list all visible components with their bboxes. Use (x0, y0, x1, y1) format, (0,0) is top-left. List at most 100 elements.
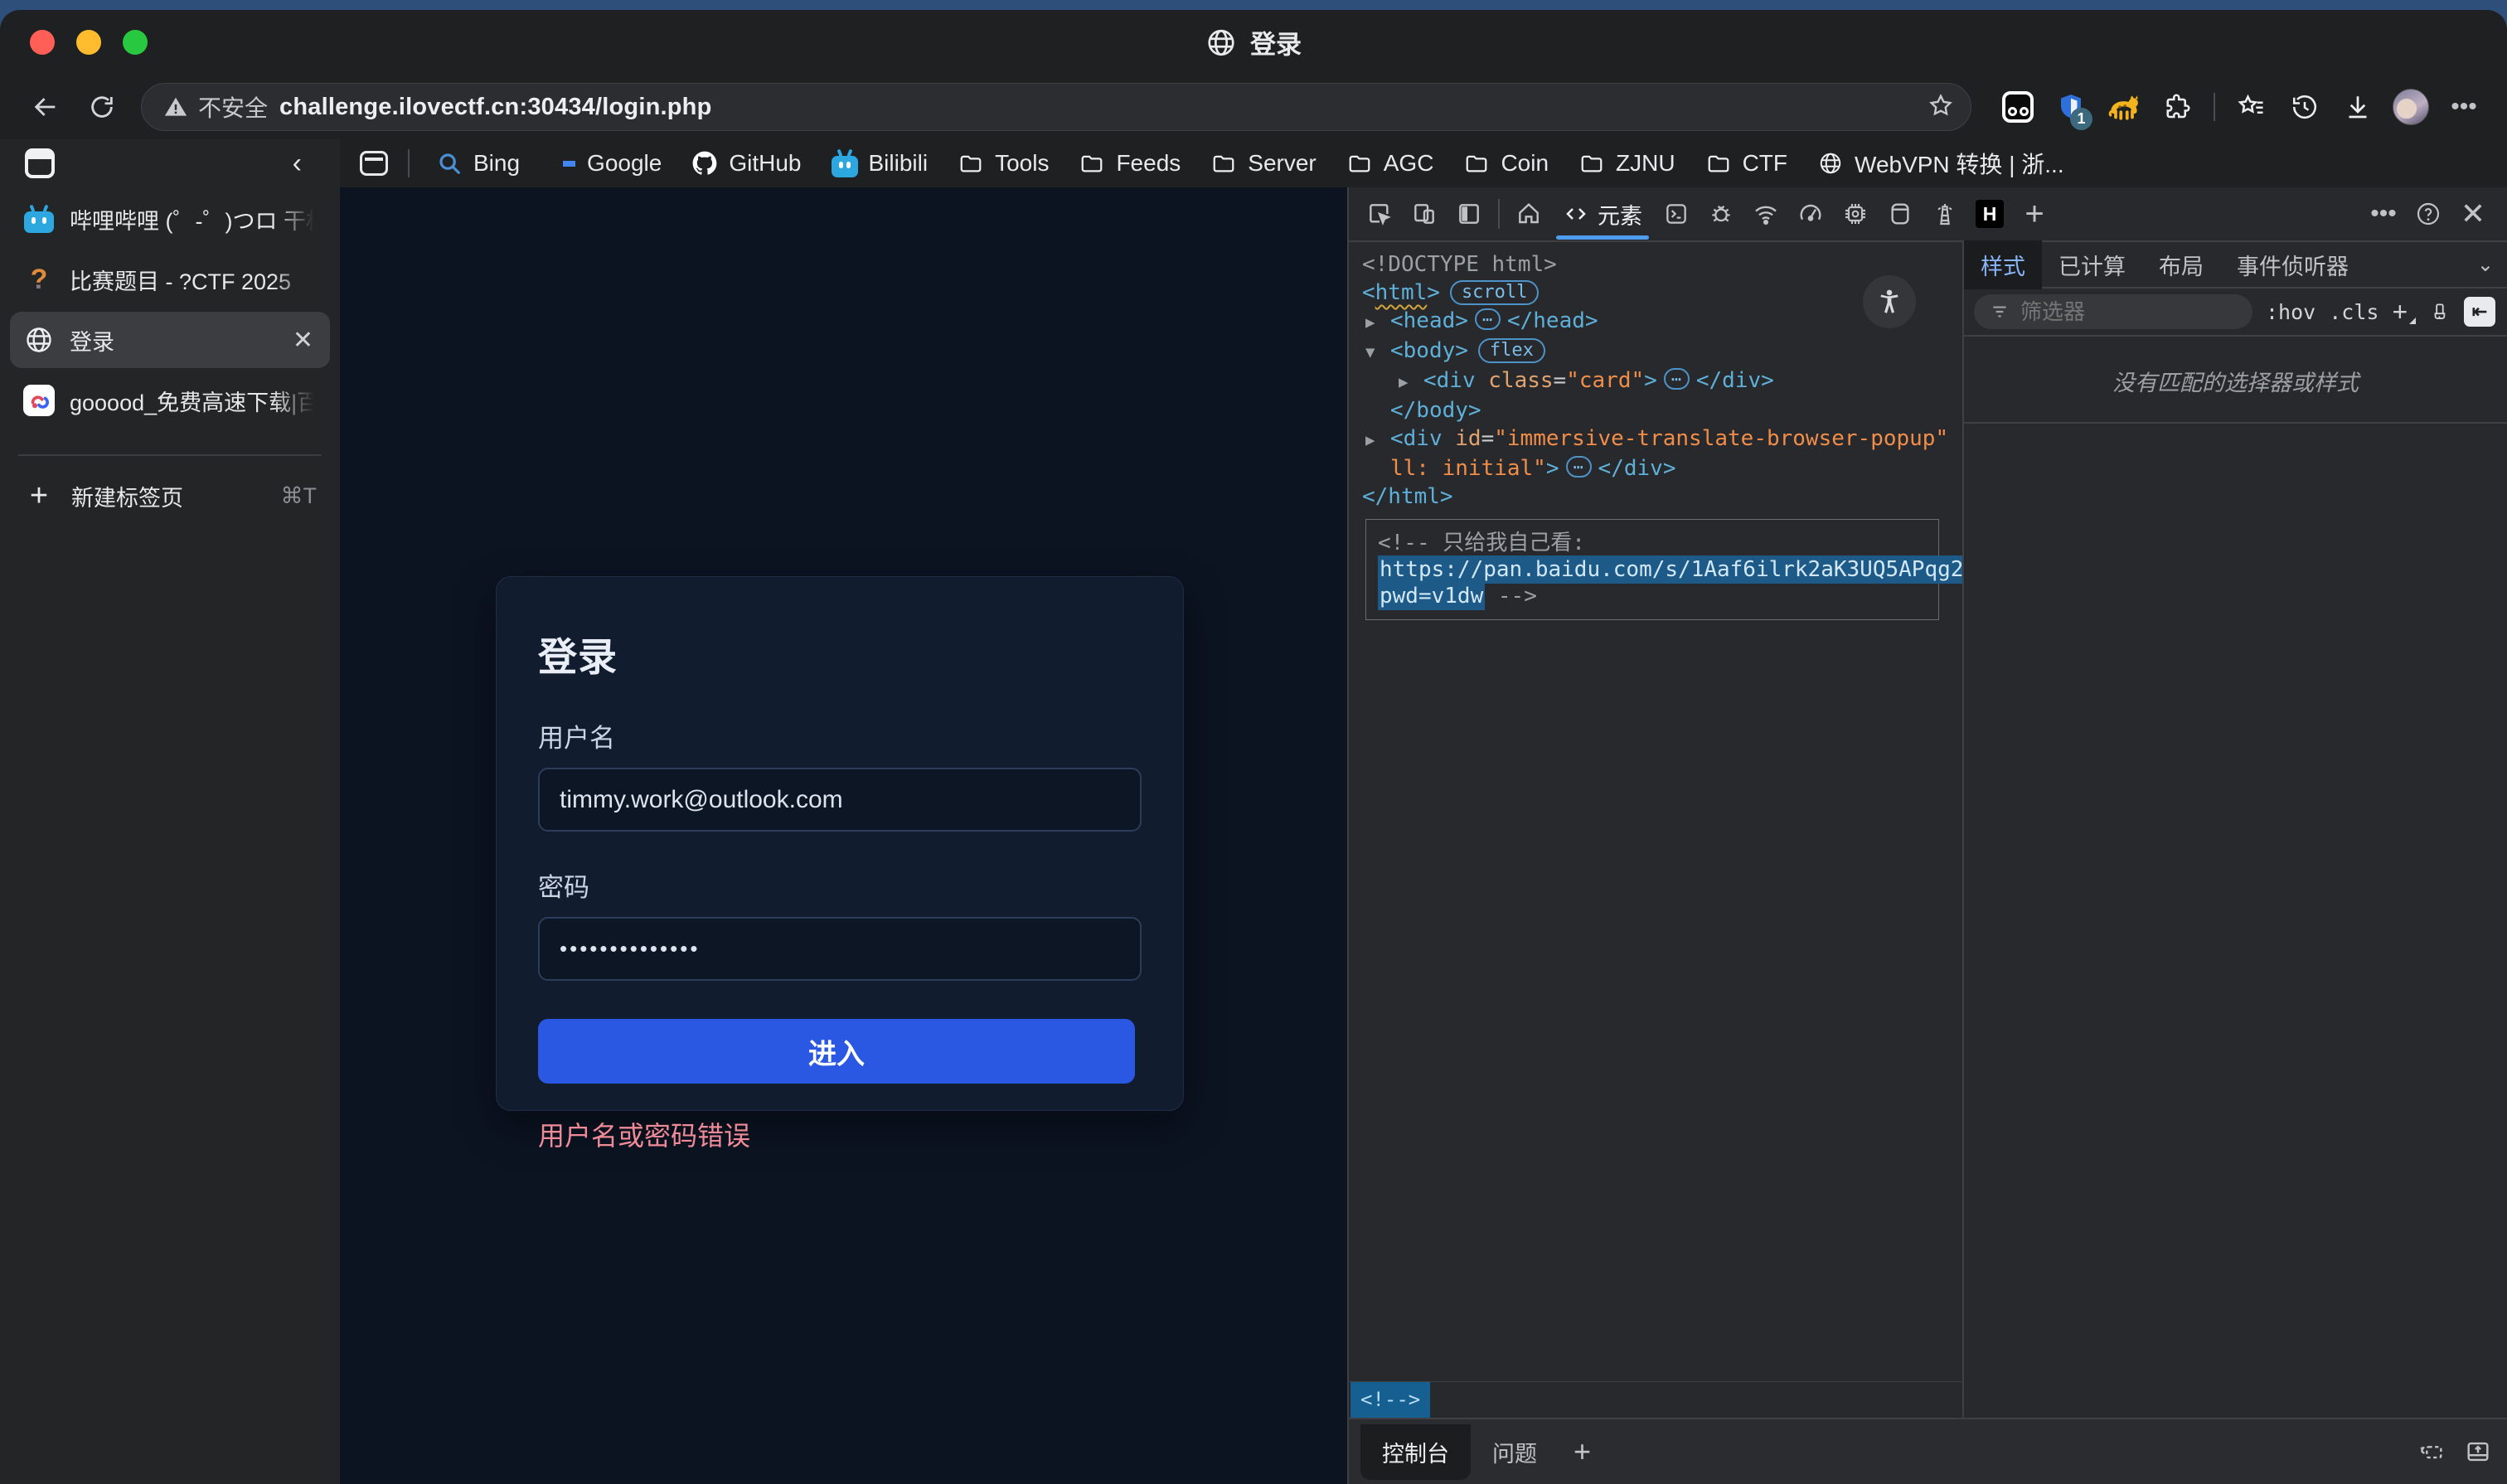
expand-arrow-icon[interactable]: ▶ (1365, 308, 1390, 337)
tab-baidu-pan[interactable]: gooood_免费高速下载|百度网盘 (10, 372, 330, 429)
collapse-sidebar-button[interactable]: ‹ (293, 149, 302, 177)
class-toggle[interactable]: .cls (2329, 300, 2378, 324)
collapsed-children-icon[interactable]: ⋯ (1664, 368, 1690, 390)
inspect-element-button[interactable] (1357, 189, 1402, 239)
tab-welcome[interactable] (1506, 189, 1551, 239)
login-card: 登录 用户名 密码 进入 用户名或密码错误 (496, 576, 1184, 1111)
dom-tree[interactable]: <!DOCTYPE html><html>scroll▶<head>⋯</hea… (1349, 242, 1962, 1381)
tab-memory[interactable] (1833, 189, 1878, 239)
brush-icon[interactable] (2429, 299, 2451, 324)
google-icon (550, 151, 575, 176)
styles-filter-input[interactable] (2020, 299, 2203, 325)
dom-tree-line[interactable]: ▶<div class="card">⋯</div> (1362, 366, 1962, 396)
globe-icon (1205, 27, 1237, 58)
tab-bilibili[interactable]: 哔哩哔哩 (゜-゜)つロ 干杯~ (10, 191, 330, 247)
devtools-help-button[interactable] (2406, 189, 2451, 239)
login-error-message: 用户名或密码错误 (538, 1115, 1142, 1153)
expand-drawer-icon[interactable] (2464, 1438, 2492, 1466)
puzzle-icon (2162, 92, 2192, 122)
dom-tree-line[interactable]: ▶<div id="immersive-translate-browser-po… (1362, 424, 1962, 454)
tab-layout[interactable]: 布局 (2142, 240, 2220, 289)
tab-lighthouse[interactable] (1923, 189, 1967, 239)
bookmark-bing[interactable]: Bing (424, 143, 531, 183)
bookmark-folder-feeds[interactable]: Feeds (1067, 143, 1192, 183)
expand-arrow-icon[interactable]: ▼ (1365, 338, 1390, 366)
html-comment-box[interactable]: <!-- 只给我自己看: https://pan.baidu.com/s/1Aa… (1365, 519, 1939, 620)
tab-ctf-2025[interactable]: ? 比赛题目 - ?CTF 2025 (10, 251, 330, 308)
password-input[interactable] (538, 917, 1142, 981)
zoom-window-button[interactable] (123, 30, 148, 55)
close-window-button[interactable] (30, 30, 55, 55)
bookmark-webvpn[interactable]: WebVPN 转换 | 浙... (1806, 140, 2076, 187)
bookmark-google[interactable]: Google (538, 143, 673, 183)
chevron-down-icon[interactable]: ⌄ (2477, 253, 2494, 277)
dom-tree-line[interactable]: <!DOCTYPE html> (1362, 250, 1962, 279)
bookmark-folder-server[interactable]: Server (1199, 143, 1327, 183)
url-text[interactable]: challenge.ilovectf.cn:30434/login.php (279, 94, 1916, 121)
close-tab-icon[interactable]: ✕ (289, 326, 317, 355)
drawer-tab-console[interactable]: 控制台 (1360, 1424, 1471, 1480)
username-input[interactable] (538, 768, 1142, 832)
device-emulation-button[interactable] (1402, 189, 1447, 239)
tab-console[interactable] (1654, 189, 1699, 239)
back-button[interactable] (22, 83, 70, 131)
bookmark-bilibili[interactable]: Bilibili (820, 143, 940, 183)
devtools-more-options-button[interactable]: ••• (2361, 189, 2406, 239)
profile-button[interactable] (2388, 84, 2434, 130)
extension-badge: 1 (2070, 108, 2092, 130)
drawer-tab-issues[interactable]: 问题 (1471, 1424, 1559, 1480)
tab-actions-icon[interactable] (25, 148, 55, 178)
favorite-this-page-button[interactable] (1928, 92, 1954, 123)
drawer-add-tab-button[interactable]: + (1574, 1434, 1591, 1469)
bookmark-github[interactable]: GitHub (680, 143, 812, 183)
dom-tree-line[interactable]: ▼<body>flex (1362, 337, 1962, 366)
security-indicator[interactable]: 不安全 (163, 90, 268, 124)
computed-sidebar-toggle[interactable]: ⇤ (2464, 297, 2495, 327)
pseudo-state-toggle[interactable]: :hov (2266, 300, 2315, 324)
tab-sources[interactable] (1699, 189, 1743, 239)
tab-performance[interactable] (1788, 189, 1833, 239)
breadcrumb-comment-node[interactable]: <!--> (1350, 1382, 1430, 1418)
reload-button[interactable] (78, 83, 126, 131)
dom-tree-line[interactable]: </body> (1362, 396, 1962, 424)
devtools-close-button[interactable]: ✕ (2451, 189, 2495, 239)
new-style-rule-button[interactable]: + (2392, 297, 2416, 327)
address-bar[interactable]: 不安全 challenge.ilovectf.cn:30434/login.ph… (141, 83, 1971, 131)
settings-and-more-button[interactable]: ••• (2441, 84, 2487, 130)
collapsed-children-icon[interactable]: ⋯ (1566, 456, 1592, 478)
bookmark-folder-tools[interactable]: Tools (946, 143, 1060, 183)
styles-filter[interactable] (1974, 294, 2252, 329)
dock-side-button[interactable] (1447, 189, 1491, 239)
minimize-window-button[interactable] (76, 30, 101, 55)
immersive-translate-extension-button[interactable] (1995, 84, 2041, 130)
tab-network[interactable] (1743, 189, 1788, 239)
bookmark-folder-coin[interactable]: Coin (1452, 143, 1560, 183)
dom-tree-line[interactable]: ll: initial">⋯</div> (1362, 454, 1962, 483)
new-tab-button[interactable]: + 新建标签页 ⌘T (10, 471, 330, 521)
bookmark-folder-zjnu[interactable]: ZJNU (1567, 143, 1687, 183)
expand-arrow-icon[interactable]: ▶ (1365, 426, 1390, 454)
tab-application[interactable] (1878, 189, 1923, 239)
undock-drawer-icon[interactable] (2417, 1438, 2446, 1466)
tab-event-listeners[interactable]: 事件侦听器 (2220, 240, 2365, 289)
bookmarks-panel-icon[interactable] (360, 151, 388, 176)
tab-elements-active[interactable]: 元素 (1551, 188, 1654, 240)
bookmark-folder-agc[interactable]: AGC (1335, 143, 1446, 183)
tab-login-active[interactable]: 登录 ✕ (10, 312, 330, 368)
bookmark-folder-ctf[interactable]: CTF (1694, 143, 1799, 183)
cat-extension-button[interactable] (2101, 84, 2147, 130)
more-tabs-button[interactable]: + (2012, 189, 2057, 239)
tab-styles[interactable]: 样式 (1964, 240, 2042, 289)
extensions-menu-button[interactable] (2154, 84, 2200, 130)
chip-icon (1842, 201, 1869, 227)
expand-arrow-icon[interactable]: ▶ (1399, 368, 1423, 396)
downloads-button[interactable] (2335, 84, 2381, 130)
history-button[interactable] (2282, 84, 2328, 130)
collapsed-children-icon[interactable]: ⋯ (1475, 308, 1501, 330)
dom-tree-line[interactable]: </html> (1362, 483, 1962, 511)
tab-extension-h[interactable]: H (1967, 189, 2012, 239)
tab-computed[interactable]: 已计算 (2042, 240, 2142, 289)
favorites-button[interactable] (2228, 84, 2275, 130)
submit-button[interactable]: 进入 (538, 1019, 1135, 1084)
password-manager-extension-button[interactable]: 1 (2048, 84, 2094, 130)
